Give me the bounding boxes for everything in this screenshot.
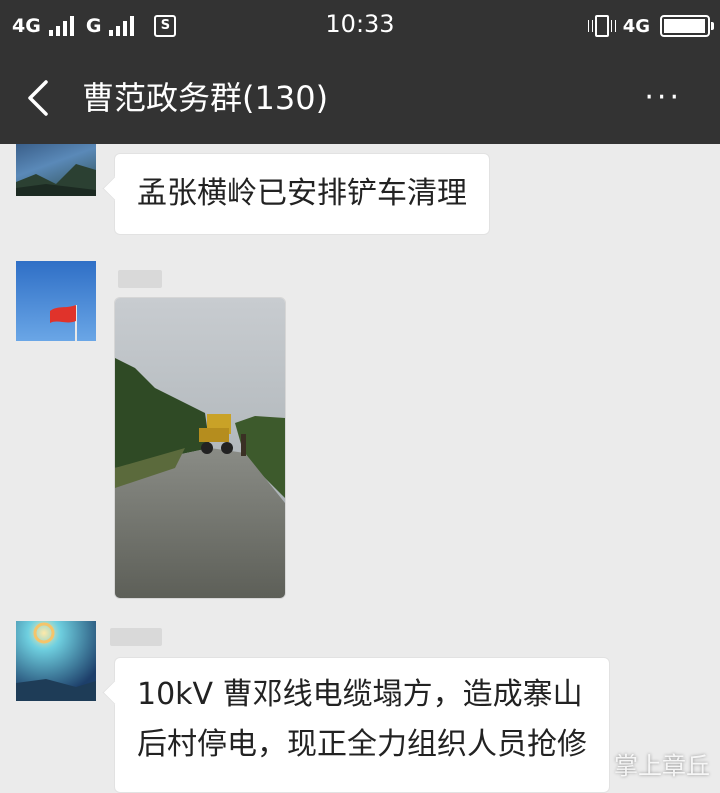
back-button[interactable] [24, 78, 54, 118]
sender-name-blurred [118, 270, 162, 288]
avatar-flag-image [16, 261, 96, 341]
network-label-4g-right: 4G [622, 15, 650, 37]
avatar-fantasy-image [16, 621, 96, 701]
sender-name-blurred [110, 628, 162, 646]
avatar[interactable] [16, 621, 96, 701]
message-bubble[interactable]: 孟张横岭已安排铲车清理 [114, 153, 490, 235]
message-text-line-1: 10kV 曹邓线电缆塌方，造成寨山 [137, 677, 583, 712]
battery-icon [660, 15, 714, 37]
avatar[interactable] [16, 261, 96, 341]
message-text-line-2: 后村停电，现正全力组织人员抢修 [137, 727, 587, 762]
road-loader-photo [115, 298, 285, 598]
chat-title: 曹范政务群(130) [82, 79, 329, 117]
avatar-landscape-image [16, 164, 96, 196]
chevron-left-icon [28, 80, 48, 116]
status-right: 4G [587, 12, 714, 40]
chat-header: 曹范政务群(130) ··· [0, 52, 720, 144]
message-text: 孟张横岭已安排铲车清理 [137, 176, 467, 211]
chat-message-list[interactable]: 孟张横岭已安排铲车清理 10kV 曹邓线电缆塌方，造成寨山 后村停电，现正全力组… [0, 144, 720, 793]
status-bar: 4G G S 10:33 4G [0, 0, 720, 52]
message-bubble[interactable]: 10kV 曹邓线电缆塌方，造成寨山 后村停电，现正全力组织人员抢修 [114, 657, 610, 793]
more-options-button[interactable]: ··· [644, 80, 682, 116]
message-photo[interactable] [114, 297, 286, 599]
vibrate-icon [587, 15, 616, 37]
watermark: 掌上章丘 [614, 752, 710, 780]
avatar[interactable] [16, 144, 96, 196]
